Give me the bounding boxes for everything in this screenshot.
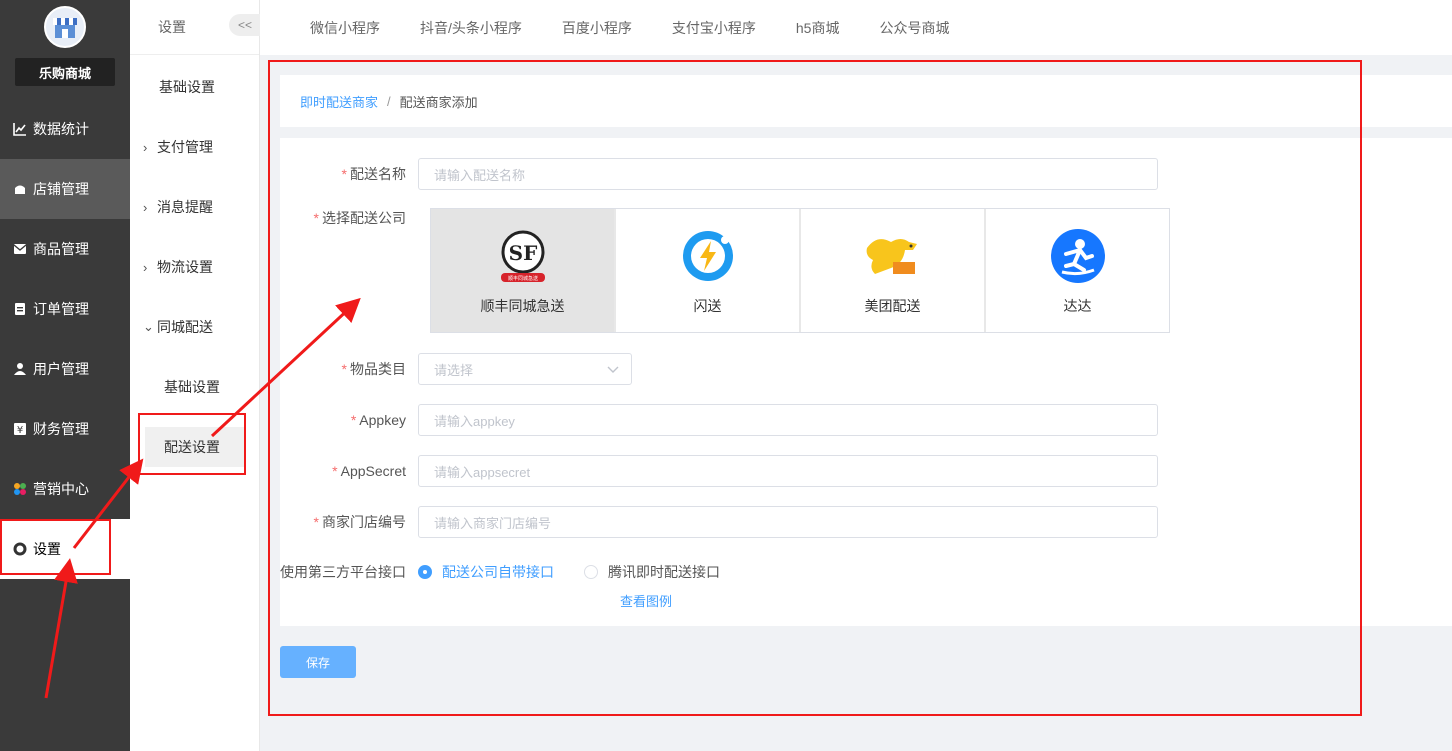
nav-label: 营销中心 xyxy=(33,481,89,497)
submenu-label: 支付管理 xyxy=(157,139,213,155)
clipboard-icon xyxy=(12,301,28,317)
tab-official-account[interactable]: 公众号商城 xyxy=(879,18,949,38)
nav-finance-management[interactable]: ¥ 财务管理 xyxy=(0,399,130,459)
nav-label: 订单管理 xyxy=(33,301,89,317)
nav-label: 财务管理 xyxy=(33,421,89,437)
submenu-item-logistics[interactable]: › 物流设置 xyxy=(130,237,259,297)
nav-goods-management[interactable]: 商品管理 xyxy=(0,219,130,279)
shop-name: 乐购商城 xyxy=(15,58,115,86)
annotation-box-settings xyxy=(0,519,111,575)
storefront-icon xyxy=(53,18,77,38)
store-icon xyxy=(12,181,28,197)
nav-label: 数据统计 xyxy=(33,121,89,137)
chart-line-icon xyxy=(12,121,28,137)
chevron-right-icon: › xyxy=(143,259,148,275)
nav-marketing-center[interactable]: 营销中心 xyxy=(0,459,130,519)
yen-icon: ¥ xyxy=(12,421,28,437)
submenu-header: 设置 << xyxy=(130,0,261,55)
nav-user-management[interactable]: 用户管理 xyxy=(0,339,130,399)
submenu-label: 物流设置 xyxy=(157,259,213,275)
tab-douyin[interactable]: 抖音/头条小程序 xyxy=(420,18,522,38)
nav-store-management[interactable]: 店铺管理 xyxy=(0,159,130,219)
tab-wechat[interactable]: 微信小程序 xyxy=(310,18,380,38)
submenu-item-payment[interactable]: › 支付管理 xyxy=(130,117,259,177)
submenu-label: 同城配送 xyxy=(157,319,213,335)
colorful-pinwheel-icon xyxy=(12,481,28,497)
nav-order-management[interactable]: 订单管理 xyxy=(0,279,130,339)
svg-text:¥: ¥ xyxy=(17,425,23,436)
submenu-title: 设置 xyxy=(158,19,186,35)
nav-label: 店铺管理 xyxy=(33,181,89,197)
submenu-item-basic-settings[interactable]: 基础设置 xyxy=(130,57,259,117)
chevron-down-icon: ⌄ xyxy=(143,319,154,334)
mail-box-icon xyxy=(12,241,28,257)
main-sidebar: 乐购商城 数据统计 店铺管理 商品管理 订单管理 用户管理 ¥ 财务管理 营销中… xyxy=(0,0,130,751)
annotation-box-submenu xyxy=(138,413,246,475)
annotation-box-form xyxy=(268,60,1362,716)
settings-submenu: 设置 << 基础设置 › 支付管理 › 消息提醒 › 物流设置 ⌄ 同城配送 基… xyxy=(130,0,261,751)
nav-label: 商品管理 xyxy=(33,241,89,257)
tab-h5[interactable]: h5商城 xyxy=(796,18,840,38)
chevron-right-icon: › xyxy=(143,199,148,215)
platform-tabs: 微信小程序 抖音/头条小程序 百度小程序 支付宝小程序 h5商城 公众号商城 xyxy=(260,0,1452,55)
nav-data-stats[interactable]: 数据统计 xyxy=(0,99,130,159)
chevron-right-icon: › xyxy=(143,139,148,155)
submenu-label: 基础设置 xyxy=(164,379,220,395)
nav-label: 用户管理 xyxy=(33,361,89,377)
tab-baidu[interactable]: 百度小程序 xyxy=(562,18,632,38)
submenu-item-messages[interactable]: › 消息提醒 xyxy=(130,177,259,237)
submenu-label: 基础设置 xyxy=(159,79,215,95)
tab-alipay[interactable]: 支付宝小程序 xyxy=(672,18,756,38)
shop-logo[interactable] xyxy=(44,6,86,48)
submenu-label: 消息提醒 xyxy=(157,199,213,215)
submenu-item-delivery-basic[interactable]: 基础设置 xyxy=(130,357,259,417)
user-icon xyxy=(12,361,28,377)
shop-logo-area: 乐购商城 xyxy=(0,0,130,99)
collapse-button[interactable]: << xyxy=(229,14,261,36)
submenu-item-local-delivery[interactable]: ⌄ 同城配送 xyxy=(130,297,259,357)
